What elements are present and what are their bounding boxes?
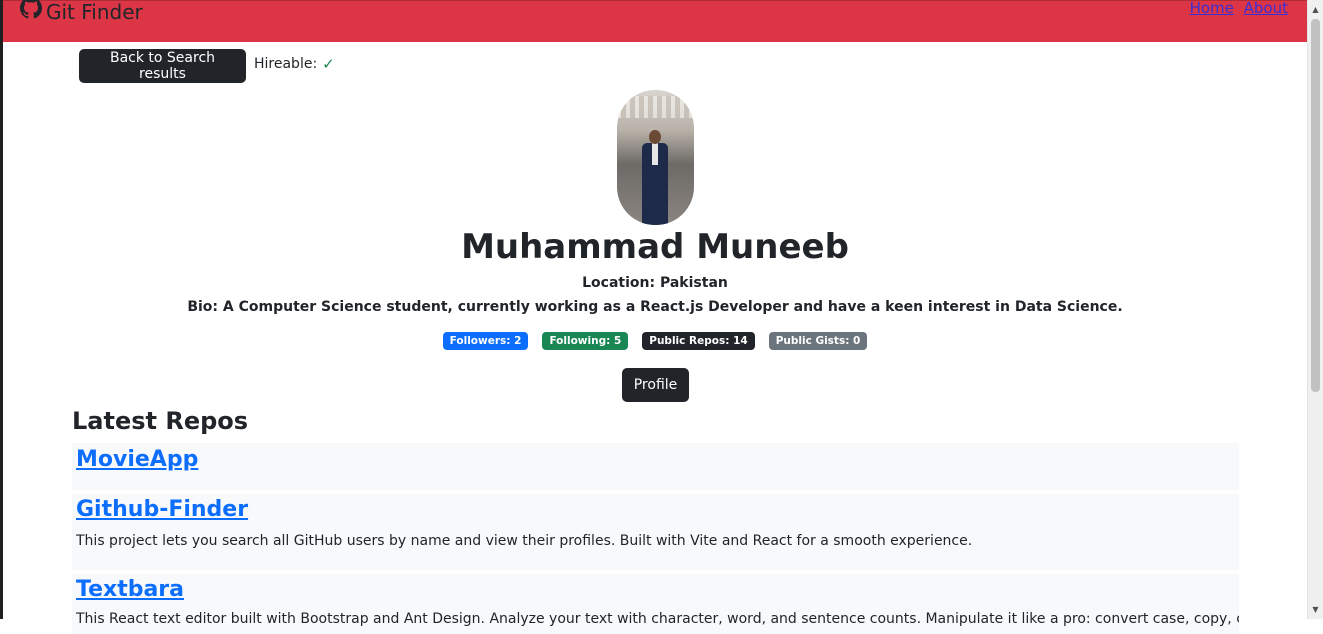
followers-badge: Followers: 2: [442, 332, 529, 350]
avatar: [617, 90, 694, 225]
avatar-background: [617, 96, 694, 118]
public-repos-badge: Public Repos: 14: [642, 332, 755, 350]
profile-button[interactable]: Profile: [622, 368, 689, 402]
stats-badges: Followers: 2 Following: 5 Public Repos: …: [0, 332, 1310, 350]
nav-about-link[interactable]: About: [1244, 0, 1288, 17]
nav-home-link[interactable]: Home: [1190, 0, 1234, 17]
public-gists-badge: Public Gists: 0: [768, 332, 868, 350]
latest-repos-heading: Latest Repos: [72, 407, 249, 435]
repo-card: MovieApp: [72, 443, 1239, 490]
check-icon: ✓: [322, 55, 335, 73]
avatar-person: [642, 130, 668, 225]
repo-card: Textbara This React text editor built wi…: [72, 574, 1239, 634]
back-to-search-button[interactable]: Back to Search results: [79, 49, 246, 83]
repo-description: This project lets you search all GitHub …: [76, 533, 973, 549]
repo-description: This React text editor built with Bootst…: [76, 611, 1239, 627]
scroll-up-arrow-icon[interactable]: ▲: [1308, 2, 1323, 17]
repo-card: Github-Finder This project lets you sear…: [72, 494, 1239, 570]
repo-link[interactable]: Textbara: [76, 575, 184, 605]
navbar: Git Finder Home About: [3, 0, 1308, 42]
scroll-thumb[interactable]: [1311, 19, 1320, 392]
hireable-label: Hireable:: [254, 56, 318, 72]
user-name: Muhammad Muneeb: [461, 227, 849, 267]
repo-link[interactable]: MovieApp: [76, 445, 198, 475]
brand-label: Git Finder: [46, 0, 143, 24]
repo-link[interactable]: Github-Finder: [76, 495, 248, 525]
nav-links: Home About: [1185, 0, 1288, 17]
brand[interactable]: Git Finder: [20, 0, 143, 26]
scroll-down-arrow-icon[interactable]: ▼: [1308, 602, 1323, 617]
hireable-status: Hireable: ✓: [254, 55, 335, 73]
user-location: Location: Pakistan: [582, 275, 728, 291]
following-badge: Following: 5: [542, 332, 629, 350]
github-icon: [20, 0, 46, 26]
user-bio: Bio: A Computer Science student, current…: [187, 299, 1123, 315]
